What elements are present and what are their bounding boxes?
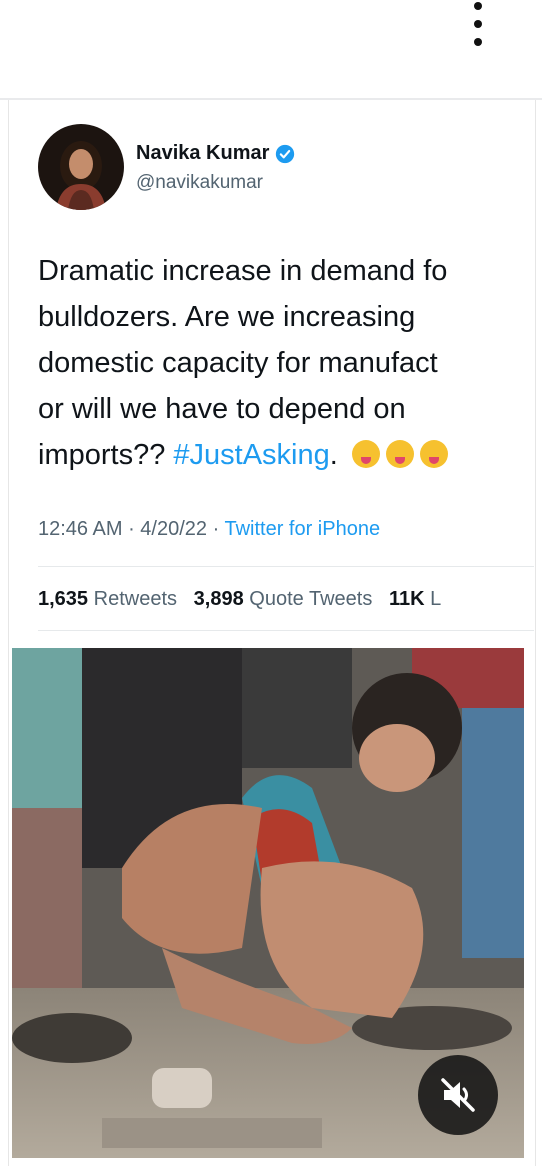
muted-speaker-icon [441,1078,475,1112]
retweets-label: Retweets [93,588,177,610]
likes-count: 11K [389,588,425,610]
dot [474,2,482,10]
dot [474,20,482,28]
more-options-icon[interactable] [466,2,490,46]
mute-toggle-button[interactable] [418,1055,498,1135]
hashtag-link[interactable]: #JustAsking [173,439,329,471]
tweet-stats: 1,635 Retweets 3,898 Quote Tweets 11K L [38,588,441,611]
retweets-count: 1,635 [38,588,89,610]
quotes-count: 3,898 [193,588,244,610]
tweet-text-fragment: . [329,439,338,471]
tweet-text-line: or will we have to depend on [38,393,406,425]
squinting-tongue-emoji-icon [351,440,380,468]
separator: · [122,518,141,540]
avatar[interactable] [38,124,124,210]
squinting-tongue-emoji-icon [385,440,414,468]
tweet-text-line: Dramatic increase in demand fo [38,255,448,287]
dot [474,38,482,46]
tweet-text-line: imports?? #JustAsking. [38,432,538,478]
tweet-text-fragment: imports?? [38,439,174,471]
tweet-text-line: domestic capacity for manufact [38,347,438,379]
tweet-meta: 12:46 AM · 4/20/22 · Twitter for iPhone [38,518,380,541]
avatar-image [38,124,124,210]
verified-badge-icon [276,144,295,163]
tweet-time[interactable]: 12:46 AM [38,518,123,540]
laughing-tears-emoji-icon [419,440,448,468]
quotes-label: Quote Tweets [249,588,373,610]
author-name-text: Navika Kumar [136,142,270,164]
tweet-date[interactable]: 4/20/22 [140,518,207,540]
tweet-text: Dramatic increase in demand fo bulldozer… [38,248,538,478]
retweets-stat[interactable]: 1,635 Retweets [38,588,177,610]
author-handle[interactable]: @navikakumar [136,172,263,194]
top-bar [0,0,542,96]
divider [38,566,534,567]
tweet-source-link[interactable]: Twitter for iPhone [224,518,380,540]
likes-stat[interactable]: 11K L [389,588,441,610]
author-name[interactable]: Navika Kumar [136,142,295,165]
likes-label: L [430,588,442,610]
separator: · [207,518,225,540]
divider [38,630,534,631]
tweet-text-line: bulldozers. Are we increasing [38,301,416,333]
quote-tweets-stat[interactable]: 3,898 Quote Tweets [194,588,373,610]
